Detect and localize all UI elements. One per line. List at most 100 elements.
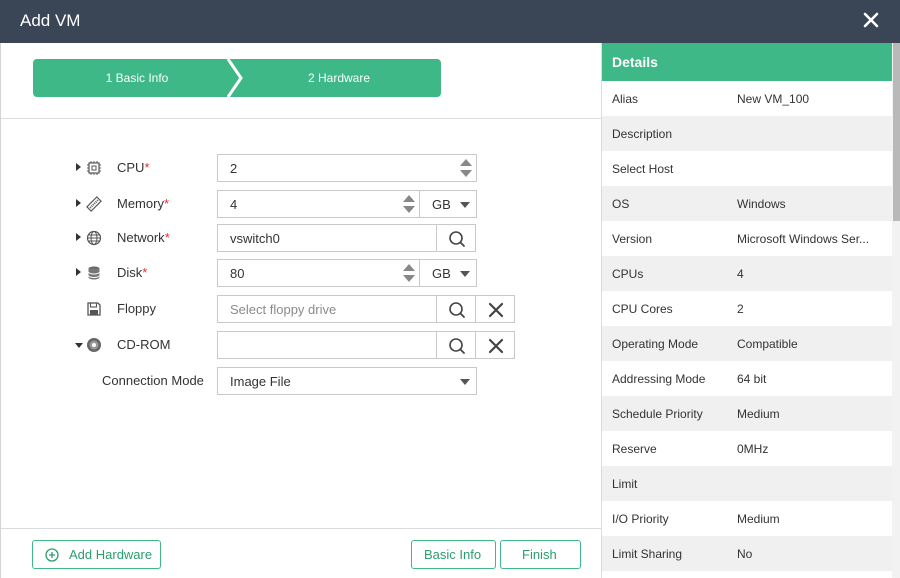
stepper-down-icon[interactable] — [460, 170, 472, 177]
details-key: Reserve — [612, 442, 657, 456]
dialog-title: Add VM — [20, 11, 81, 30]
floppy-search-button[interactable] — [436, 295, 476, 323]
details-row: Select Host — [602, 151, 892, 186]
disk-input[interactable]: 80 — [217, 259, 420, 287]
memory-label: Memory* — [117, 196, 169, 211]
search-icon — [449, 338, 465, 354]
disk-label: Disk* — [117, 265, 147, 280]
cpu-input[interactable]: 2 — [217, 154, 477, 182]
chevron-down-icon — [460, 271, 470, 277]
cdrom-input[interactable] — [217, 331, 437, 359]
cpu-row: CPU* 2 — [1, 154, 601, 182]
disk-label-text: Disk — [117, 265, 143, 280]
cdrom-search-button[interactable] — [436, 331, 476, 359]
cdrom-clear-button[interactable] — [475, 331, 515, 359]
details-key: Limit Sharing — [612, 547, 683, 561]
details-scrollbar-thumb[interactable] — [893, 43, 900, 221]
connection-mode-row: Connection Mode Image File — [1, 367, 601, 395]
details-title: Details — [612, 54, 658, 70]
stepper-up-icon[interactable] — [403, 195, 415, 202]
memory-stepper[interactable] — [399, 191, 419, 217]
expand-caret-icon[interactable] — [76, 199, 81, 207]
add-hardware-button[interactable]: Add Hardware — [32, 540, 161, 569]
details-row: Addressing Mode 64 bit — [602, 361, 892, 396]
details-key: Addressing Mode — [612, 372, 706, 386]
dialog-titlebar: Add VM — [0, 0, 900, 43]
memory-label-text: Memory — [117, 196, 164, 211]
details-row: Version Microsoft Windows Ser... — [602, 221, 892, 256]
disc-icon — [87, 338, 101, 352]
cpu-label: CPU* — [117, 160, 150, 175]
details-value: Windows — [737, 197, 786, 211]
memory-input[interactable]: 4 — [217, 190, 420, 218]
details-value: Microsoft Windows Ser... — [737, 232, 870, 246]
floppy-clear-button[interactable] — [475, 295, 515, 323]
details-value: Medium — [737, 512, 780, 526]
floppy-input[interactable]: Select floppy drive — [217, 295, 437, 323]
expand-caret-icon[interactable] — [76, 233, 81, 241]
disk-unit-value: GB — [432, 266, 451, 281]
cpu-stepper[interactable] — [456, 155, 476, 181]
details-row: CPU Cores 2 — [602, 291, 892, 326]
stepper-down-icon[interactable] — [403, 275, 415, 282]
details-value: New VM_100 — [737, 92, 810, 106]
network-label-text: Network — [117, 230, 165, 245]
floppy-placeholder: Select floppy drive — [230, 302, 337, 317]
step-hardware[interactable]: 2 Hardware — [229, 59, 441, 97]
details-key: OS — [612, 197, 630, 211]
disk-unit-select[interactable]: GB — [419, 259, 477, 287]
disk-stepper[interactable] — [399, 260, 419, 286]
stepper-up-icon[interactable] — [403, 264, 415, 271]
details-header: Details — [602, 43, 892, 81]
details-key: Version — [612, 232, 653, 246]
required-marker: * — [144, 160, 150, 175]
details-panel: Details Alias New VM_100 Description Select… — [601, 43, 900, 578]
details-key: Operating Mode — [612, 337, 699, 351]
expand-caret-icon[interactable] — [76, 268, 81, 276]
details-row: Limit Sharing No — [602, 536, 892, 571]
memory-value: 4 — [230, 197, 238, 212]
network-search-button[interactable] — [436, 224, 476, 252]
cdrom-row: CD-ROM — [1, 331, 601, 359]
details-row: I/O Priority Medium — [602, 501, 892, 536]
required-marker: * — [164, 230, 170, 245]
network-value: vswitch0 — [230, 231, 280, 246]
step-hardware-label: 2 Hardware — [307, 71, 371, 85]
details-row: Description — [602, 116, 892, 151]
hardware-panel: 1 Basic Info 2 Hardware CPU* 2 Memory* 4… — [0, 43, 601, 578]
divider — [1, 528, 601, 529]
network-input[interactable]: vswitch0 — [217, 224, 437, 252]
details-value: 64 bit — [737, 372, 767, 386]
memory-row: Memory* 4 GB — [1, 190, 601, 218]
details-key: Description — [612, 127, 673, 141]
details-value: 2 — [737, 302, 744, 316]
search-icon — [449, 231, 465, 247]
details-key: Alias — [612, 92, 639, 106]
details-key: Select Host — [612, 162, 674, 176]
finish-button[interactable]: Finish — [500, 540, 581, 569]
details-row: OS Windows — [602, 186, 892, 221]
disk-row: Disk* 80 GB — [1, 259, 601, 287]
basic-info-label: Basic Info — [424, 547, 482, 562]
details-row: Schedule Priority Medium — [602, 396, 892, 431]
connection-mode-value: Image File — [230, 374, 291, 389]
details-row: Reserve 0MHz — [602, 431, 892, 466]
finish-label: Finish — [522, 547, 557, 562]
details-row: Limit — [602, 466, 892, 501]
connection-mode-select[interactable]: Image File — [217, 367, 477, 395]
connection-mode-label: Connection Mode — [102, 373, 204, 388]
memory-unit-select[interactable]: GB — [419, 190, 477, 218]
network-label: Network* — [117, 230, 170, 245]
stepper-up-icon[interactable] — [460, 159, 472, 166]
collapse-caret-icon[interactable] — [75, 343, 83, 348]
close-icon[interactable] — [862, 11, 880, 29]
stepper-down-icon[interactable] — [403, 206, 415, 213]
basic-info-button[interactable]: Basic Info — [411, 540, 496, 569]
search-icon — [449, 302, 465, 318]
expand-caret-icon[interactable] — [76, 163, 81, 171]
step-separator-icon — [227, 59, 243, 97]
details-key: CPUs — [612, 267, 644, 281]
floppy-label: Floppy — [117, 301, 157, 316]
network-row: Network* vswitch0 — [1, 224, 601, 252]
step-basic-info[interactable]: 1 Basic Info — [33, 59, 241, 97]
